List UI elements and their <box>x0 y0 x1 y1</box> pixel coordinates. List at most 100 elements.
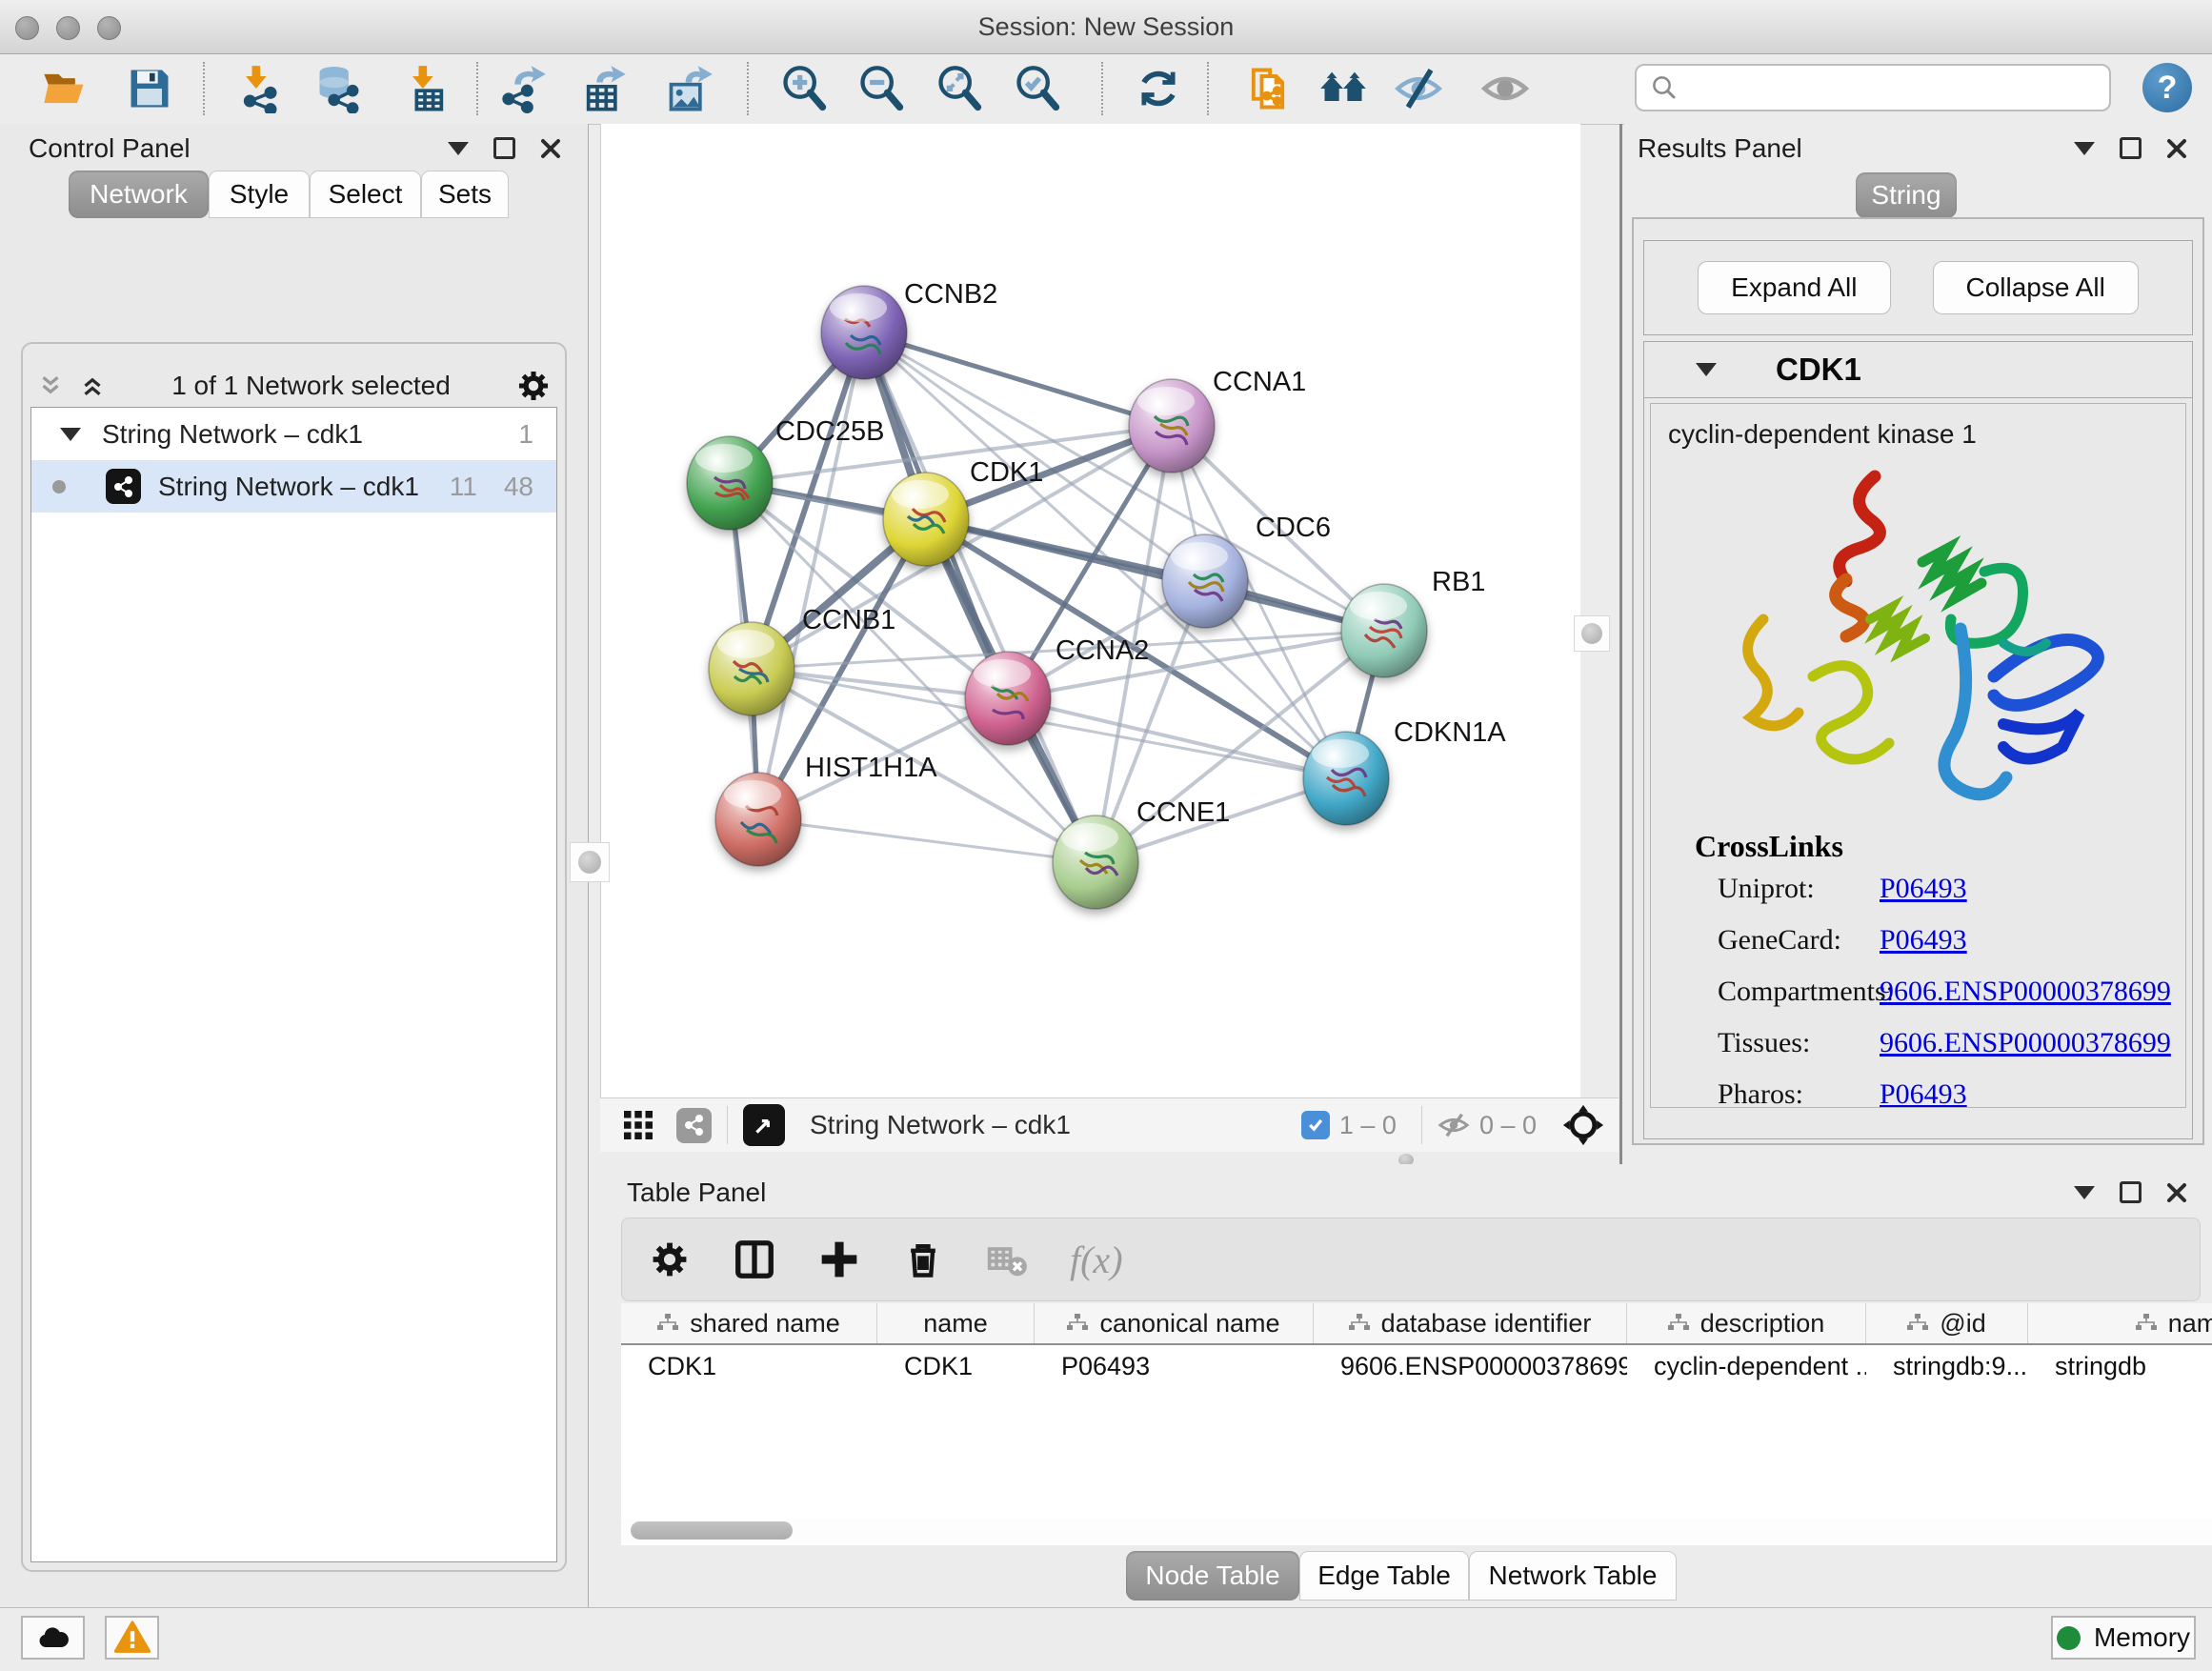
zoom-in-icon[interactable] <box>777 62 831 115</box>
tab-edge-table[interactable]: Edge Table <box>1299 1551 1469 1601</box>
float-panel-icon[interactable] <box>2120 137 2142 159</box>
hidden-count: 0 – 0 <box>1479 1111 1537 1140</box>
delete-column-icon[interactable] <box>902 1238 944 1280</box>
table-cell[interactable]: 9606.ENSP00000378699 <box>1314 1352 1627 1381</box>
right-splitter-handle[interactable] <box>1574 615 1610 652</box>
add-column-icon[interactable] <box>818 1238 860 1280</box>
network-graph[interactable]: CCNB2CCNA1CDC25BCDK1CDC6RB1CCNB1CCNA2CDK… <box>601 124 1580 1097</box>
tab-network[interactable]: Network <box>69 171 209 218</box>
memory-label: Memory <box>2094 1622 2190 1653</box>
gear-icon[interactable] <box>515 368 552 404</box>
tab-network-table[interactable]: Network Table <box>1469 1551 1677 1601</box>
export-table-icon[interactable] <box>578 62 632 115</box>
node-label-rb1: RB1 <box>1432 567 1485 597</box>
table-cell[interactable]: stringdb:9... <box>1866 1352 2028 1381</box>
table-cell[interactable]: CDK1 <box>877 1352 1035 1381</box>
table-gear-icon[interactable] <box>649 1238 691 1280</box>
zoom-fit-content-icon[interactable] <box>933 62 986 115</box>
expand-all-chevron-icon[interactable] <box>78 372 107 400</box>
help-icon[interactable]: ? <box>2142 63 2192 112</box>
export-image-icon[interactable] <box>663 62 716 115</box>
save-session-icon[interactable] <box>123 62 176 115</box>
show-columns-icon[interactable] <box>733 1238 776 1281</box>
network-collection-row[interactable]: String Network – cdk1 1 <box>31 408 556 460</box>
tab-select[interactable]: Select <box>310 171 421 218</box>
grid-mode-icon[interactable] <box>621 1108 655 1142</box>
refresh-view-icon[interactable] <box>1132 62 1185 115</box>
import-table-from-file-icon[interactable] <box>398 62 452 115</box>
column-header-description[interactable]: description <box>1627 1303 1866 1343</box>
tab-style[interactable]: Style <box>209 171 310 218</box>
network-row[interactable]: String Network – cdk1 11 48 <box>31 460 556 513</box>
search-icon <box>1650 73 1679 102</box>
export-network-icon[interactable] <box>496 62 550 115</box>
network-view-canvas[interactable]: CCNB2CCNA1CDC25BCDK1CDC6RB1CCNB1CCNA2CDK… <box>600 124 1580 1097</box>
table-cell[interactable]: stringdb <box>2028 1352 2212 1381</box>
hidden-eye-icon <box>1438 1109 1470 1141</box>
entry-expander-icon[interactable] <box>1696 363 1717 376</box>
function-builder-icon: f(x) <box>1070 1238 1123 1282</box>
network-view-mode-icon[interactable] <box>676 1108 712 1143</box>
collapse-panel-icon[interactable] <box>448 142 469 155</box>
column-header-shared-name[interactable]: shared name <box>621 1303 877 1343</box>
collapse-panel-icon[interactable] <box>2074 1186 2095 1199</box>
import-network-from-database-icon[interactable] <box>312 62 365 115</box>
collapse-all-chevron-icon[interactable] <box>36 372 65 400</box>
node-label-ccnb2: CCNB2 <box>904 279 997 310</box>
zoom-selected-icon[interactable] <box>1011 62 1064 115</box>
table-horizontal-scrollbar[interactable] <box>621 1519 2212 1543</box>
left-splitter-handle[interactable] <box>570 842 610 882</box>
crosslink-link[interactable]: P06493 <box>1880 1078 1967 1108</box>
crosslink-link[interactable]: P06493 <box>1880 873 1967 905</box>
show-all-networks-icon[interactable] <box>1317 62 1370 115</box>
hide-selected-icon[interactable] <box>1392 62 1445 115</box>
tab-node-table[interactable]: Node Table <box>1126 1551 1299 1601</box>
selected-checkbox-icon[interactable] <box>1301 1111 1330 1139</box>
crosslink-link[interactable]: 9606.ENSP00000378699 <box>1880 1027 2171 1059</box>
column-header-canonical-name[interactable]: canonical name <box>1035 1303 1314 1343</box>
close-panel-icon[interactable] <box>2166 1182 2187 1203</box>
toolbar-separator <box>1207 62 1209 115</box>
network-view-title: String Network – cdk1 <box>810 1110 1301 1140</box>
show-hidden-icon <box>1478 62 1532 115</box>
tree-expander-icon[interactable] <box>60 428 81 441</box>
scrollbar-thumb[interactable] <box>631 1521 793 1540</box>
gene-entry-header[interactable]: CDK1 <box>1644 342 2192 398</box>
collapse-panel-icon[interactable] <box>2074 142 2095 155</box>
collapse-all-button[interactable]: Collapse All <box>1933 261 2139 314</box>
footer-separator <box>727 1106 728 1144</box>
memory-button[interactable]: Memory <box>2051 1616 2196 1660</box>
import-network-from-file-icon[interactable] <box>231 62 285 115</box>
table-cell[interactable]: cyclin-dependent ... <box>1627 1352 1866 1381</box>
network-view-toolbar: String Network – cdk1 1 – 0 0 – 0 <box>600 1097 1619 1152</box>
table-cell[interactable]: CDK1 <box>621 1352 877 1381</box>
crosslink-link[interactable]: 9606.ENSP00000378699 <box>1880 976 2171 1008</box>
cloud-status-button[interactable] <box>21 1616 85 1660</box>
birdseye-view-icon[interactable] <box>743 1104 785 1146</box>
open-session-icon[interactable] <box>38 62 91 115</box>
duplicate-network-icon[interactable] <box>1241 62 1295 115</box>
table-row[interactable]: CDK1CDK1P064939606.ENSP00000378699cyclin… <box>621 1345 2212 1387</box>
network-status-dot <box>52 480 66 493</box>
zoom-out-icon[interactable] <box>855 62 908 115</box>
network-node-cdk1 <box>883 473 969 566</box>
pan-crosshair-icon[interactable] <box>1561 1103 1605 1147</box>
column-header--id[interactable]: @id <box>1866 1303 2028 1343</box>
table-cell[interactable]: P06493 <box>1035 1352 1314 1381</box>
tab-string[interactable]: String <box>1856 172 1957 218</box>
column-header-name[interactable]: name <box>877 1303 1035 1343</box>
close-panel-icon[interactable] <box>540 138 561 159</box>
warnings-button[interactable] <box>105 1616 159 1660</box>
search-field[interactable] <box>1635 64 2111 111</box>
column-header-database-identifier[interactable]: database identifier <box>1314 1303 1627 1343</box>
network-node-ccna2 <box>965 652 1051 745</box>
tab-sets[interactable]: Sets <box>421 171 509 218</box>
column-header-namespace[interactable]: namespace <box>2028 1303 2212 1343</box>
close-panel-icon[interactable] <box>2166 138 2187 159</box>
float-panel-icon[interactable] <box>493 137 515 159</box>
float-panel-icon[interactable] <box>2120 1181 2142 1203</box>
node-table: shared namenamecanonical namedatabase id… <box>621 1303 2212 1545</box>
search-input[interactable] <box>1679 72 2109 104</box>
crosslink-link[interactable]: P06493 <box>1880 924 1967 956</box>
expand-all-button[interactable]: Expand All <box>1698 261 1890 314</box>
